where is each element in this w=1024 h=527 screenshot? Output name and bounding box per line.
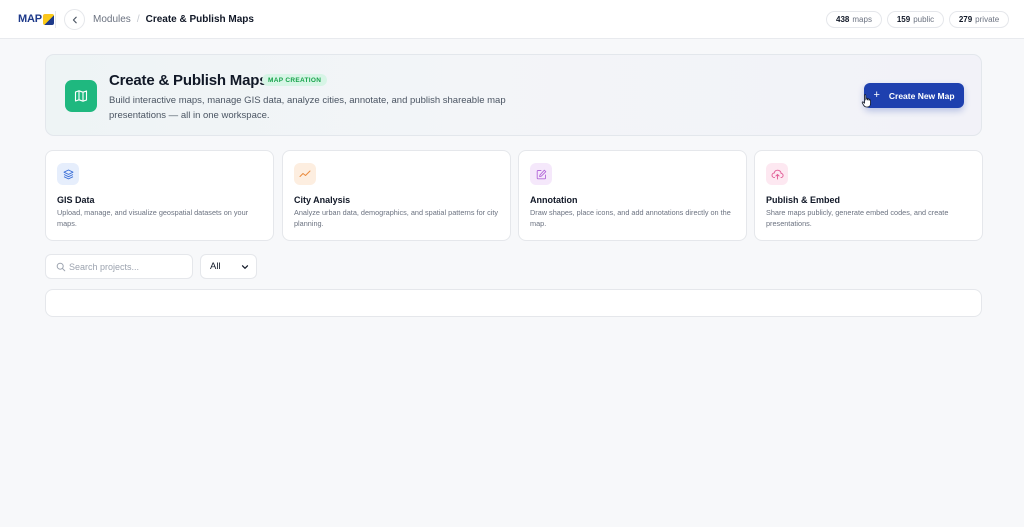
feature-card-city-analysis[interactable]: City Analysis Analyze urban data, demogr…	[282, 150, 511, 241]
hand-cursor-icon	[861, 94, 871, 108]
breadcrumb: Modules / Create & Publish Maps	[93, 14, 254, 25]
visibility-filter-select[interactable]: All	[200, 254, 257, 279]
stat-maps: 438 maps	[826, 11, 882, 28]
map-icon	[65, 80, 97, 112]
search-icon	[56, 262, 66, 272]
stat-maps-value: 438	[836, 15, 850, 24]
stat-public-value: 159	[896, 15, 911, 24]
feature-card-publish-embed[interactable]: Publish & Embed Share maps publicly, gen…	[754, 150, 983, 241]
feature-card-annotation[interactable]: Annotation Draw shapes, place icons, and…	[518, 150, 747, 241]
stat-private-value: 279	[958, 15, 973, 24]
hero-banner: Create & Publish Maps MAP CREATION Build…	[45, 54, 982, 136]
filter-selected-value: All	[210, 261, 221, 272]
create-new-map-button[interactable]: + Create New Map	[864, 83, 964, 108]
feature-title: City Analysis	[294, 195, 351, 205]
edit-square-icon	[530, 163, 552, 185]
feature-title: GIS Data	[57, 195, 95, 205]
plus-icon: +	[873, 89, 880, 101]
app-logo[interactable]: MAP	[18, 13, 54, 25]
stat-private: 279 private	[949, 11, 1009, 28]
feature-description: Upload, manage, and visualize geospatial…	[57, 208, 249, 228]
logo-text: MAP	[18, 13, 42, 25]
breadcrumb-current: Create & Publish Maps	[145, 14, 254, 25]
breadcrumb-modules[interactable]: Modules	[93, 14, 131, 25]
stat-public-label: public	[913, 15, 935, 24]
projects-list	[45, 289, 982, 317]
category-badge: MAP CREATION	[262, 74, 328, 86]
search-box	[45, 254, 193, 279]
feature-card-gis-data[interactable]: GIS Data Upload, manage, and visualize g…	[45, 150, 274, 241]
divider	[55, 11, 56, 28]
trend-line-icon	[294, 163, 316, 185]
layers-icon	[57, 163, 79, 185]
stat-private-label: private	[975, 15, 1000, 24]
chevron-left-icon	[72, 16, 77, 23]
create-new-map-label: Create New Map	[888, 90, 955, 101]
feature-description: Analyze urban data, demographics, and sp…	[294, 208, 499, 228]
stat-public: 159 public	[887, 11, 944, 28]
page-title: Create & Publish Maps	[109, 72, 268, 89]
logo-mark-icon	[42, 13, 54, 25]
back-button[interactable]	[64, 9, 85, 30]
breadcrumb-separator: /	[136, 14, 140, 25]
feature-description: Share maps publicly, generate embed code…	[766, 208, 949, 228]
feature-description: Draw shapes, place icons, and add annota…	[530, 208, 731, 228]
cloud-upload-icon	[766, 163, 788, 185]
chevron-down-icon	[241, 265, 249, 269]
page-description: Build interactive maps, manage GIS data,…	[109, 95, 506, 121]
feature-title: Annotation	[530, 195, 578, 205]
feature-title: Publish & Embed	[766, 195, 841, 205]
top-bar: MAP Modules / Create & Publish Maps 438 …	[0, 0, 1024, 39]
stat-maps-label: maps	[852, 15, 872, 24]
search-input[interactable]	[69, 259, 187, 275]
